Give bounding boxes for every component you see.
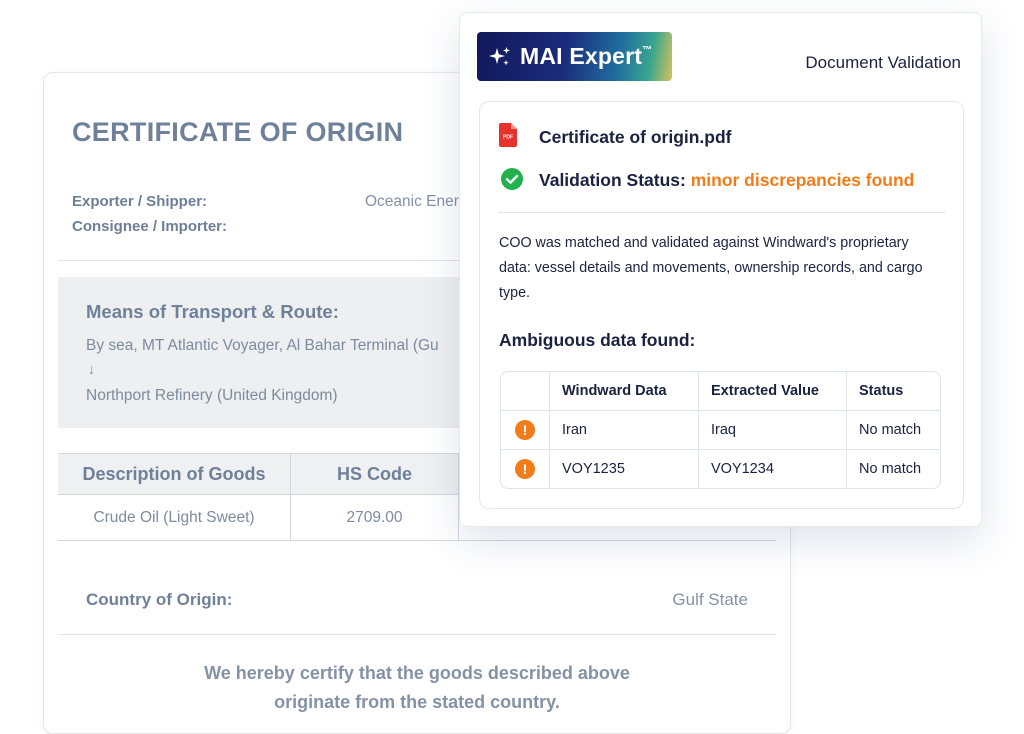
validation-card: PDF Certificate of origin.pdf Validation… — [479, 101, 964, 509]
goods-header-description: Description of Goods — [58, 454, 291, 494]
mai-expert-logo: MAI Expert™ — [477, 32, 672, 81]
goods-header-hs-code: HS Code — [291, 454, 459, 494]
validation-status: Validation Status: minor discrepancies f… — [539, 170, 914, 191]
header-windward-data: Windward Data — [549, 372, 698, 410]
warning-icon: ! — [515, 459, 535, 479]
certificate-title: CERTIFICATE OF ORIGIN — [72, 117, 404, 147]
card-divider — [498, 212, 945, 213]
discrepancy-table: Windward Data Extracted Value Status ! I… — [500, 371, 941, 489]
goods-description: Crude Oil (Light Sweet) — [58, 495, 291, 540]
route-arrow-icon: ↓ — [88, 361, 95, 377]
goods-hs-code: 2709.00 — [291, 495, 459, 540]
pdf-icon-label: PDF — [503, 135, 513, 141]
header-icon-column — [501, 372, 549, 410]
windward-value: VOY1235 — [549, 450, 698, 488]
trademark: ™ — [642, 45, 653, 56]
certification-statement: We hereby certify that the goods describ… — [44, 659, 790, 717]
validation-status-value: minor discrepancies found — [690, 170, 915, 190]
sparkle-icon — [489, 46, 510, 65]
document-validation-title: Document Validation — [805, 53, 961, 72]
country-of-origin-label: Country of Origin: — [86, 590, 233, 609]
exporter-value: Oceanic Ener — [365, 193, 459, 210]
validation-description: COO was matched and validated against Wi… — [499, 235, 923, 301]
check-circle-icon — [501, 168, 523, 190]
extracted-value: Iraq — [698, 411, 846, 449]
extracted-value: VOY1234 — [698, 450, 846, 488]
validation-panel: MAI Expert™ Document Validation PDF Cert… — [459, 12, 982, 527]
header-extracted-value: Extracted Value — [698, 372, 846, 410]
header-status: Status — [846, 372, 940, 410]
exporter-label: Exporter / Shipper: — [72, 193, 208, 210]
file-name: Certificate of origin.pdf — [539, 127, 732, 147]
route-origin: By sea, MT Atlantic Voyager, Al Bahar Te… — [86, 337, 439, 354]
ambiguous-data-title: Ambiguous data found: — [499, 330, 696, 350]
table-row: ! VOY1235 VOY1234 No match — [501, 449, 940, 488]
pdf-icon: PDF — [499, 123, 517, 147]
country-of-origin-value: Gulf State — [672, 590, 748, 609]
certification-line: originate from the stated country. — [274, 692, 560, 712]
match-status: No match — [846, 450, 940, 488]
validation-status-label: Validation Status: — [539, 170, 686, 190]
discrepancy-table-header: Windward Data Extracted Value Status — [501, 372, 940, 410]
match-status: No match — [846, 411, 940, 449]
route-title: Means of Transport & Route: — [86, 301, 339, 322]
section-divider — [58, 634, 776, 635]
route-destination: Northport Refinery (United Kingdom) — [86, 387, 338, 404]
certification-line: We hereby certify that the goods describ… — [204, 663, 630, 683]
warning-icon: ! — [515, 420, 535, 440]
consignee-label: Consignee / Importer: — [72, 218, 228, 235]
table-row: ! Iran Iraq No match — [501, 410, 940, 449]
windward-value: Iran — [549, 411, 698, 449]
brand-name: MAI Expert™ — [520, 43, 653, 69]
